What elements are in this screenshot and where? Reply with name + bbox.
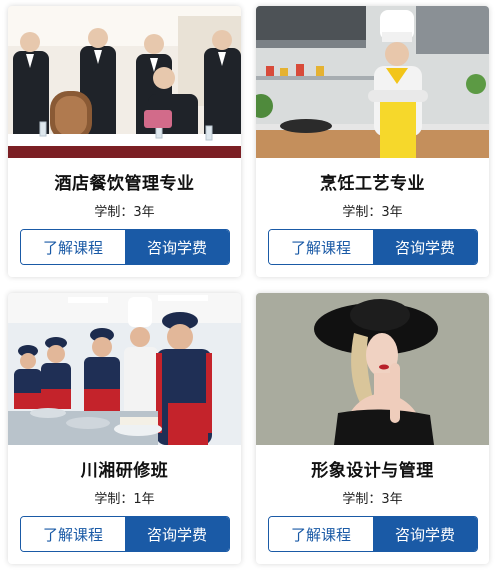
course-actions: 了解课程 咨询学费: [268, 229, 478, 265]
course-card[interactable]: 川湘研修班 学制：1年 了解课程 咨询学费: [8, 293, 241, 564]
course-card[interactable]: 形象设计与管理 学制：3年 了解课程 咨询学费: [256, 293, 489, 564]
course-grid: 酒店餐饮管理专业 学制：3年 了解课程 咨询学费 烹饪工艺专业 学制：3年 了解…: [0, 0, 497, 577]
course-photo-image-design[interactable]: [256, 293, 489, 445]
consult-fee-button[interactable]: 咨询学费: [373, 230, 477, 264]
learn-course-button[interactable]: 了解课程: [269, 517, 373, 551]
course-duration: 学制：1年: [94, 492, 155, 507]
course-title: 形象设计与管理: [311, 461, 434, 481]
course-photo-cooking[interactable]: [256, 6, 489, 158]
course-title: 酒店餐饮管理专业: [54, 174, 195, 194]
course-card[interactable]: 烹饪工艺专业 学制：3年 了解课程 咨询学费: [256, 6, 489, 277]
course-card[interactable]: 酒店餐饮管理专业 学制：3年 了解课程 咨询学费: [8, 6, 241, 277]
course-duration: 学制：3年: [342, 492, 403, 507]
consult-fee-button[interactable]: 咨询学费: [125, 230, 229, 264]
course-photo-training[interactable]: [8, 293, 241, 445]
consult-fee-button[interactable]: 咨询学费: [125, 517, 229, 551]
learn-course-button[interactable]: 了解课程: [269, 230, 373, 264]
course-duration: 学制：3年: [342, 205, 403, 220]
course-duration: 学制：3年: [94, 205, 155, 220]
course-title: 烹饪工艺专业: [320, 174, 425, 194]
consult-fee-button[interactable]: 咨询学费: [373, 517, 477, 551]
course-actions: 了解课程 咨询学费: [20, 516, 230, 552]
course-actions: 了解课程 咨询学费: [268, 516, 478, 552]
learn-course-button[interactable]: 了解课程: [21, 517, 125, 551]
course-title: 川湘研修班: [80, 461, 169, 481]
course-actions: 了解课程 咨询学费: [20, 229, 230, 265]
learn-course-button[interactable]: 了解课程: [21, 230, 125, 264]
course-photo-hotel[interactable]: [8, 6, 241, 158]
